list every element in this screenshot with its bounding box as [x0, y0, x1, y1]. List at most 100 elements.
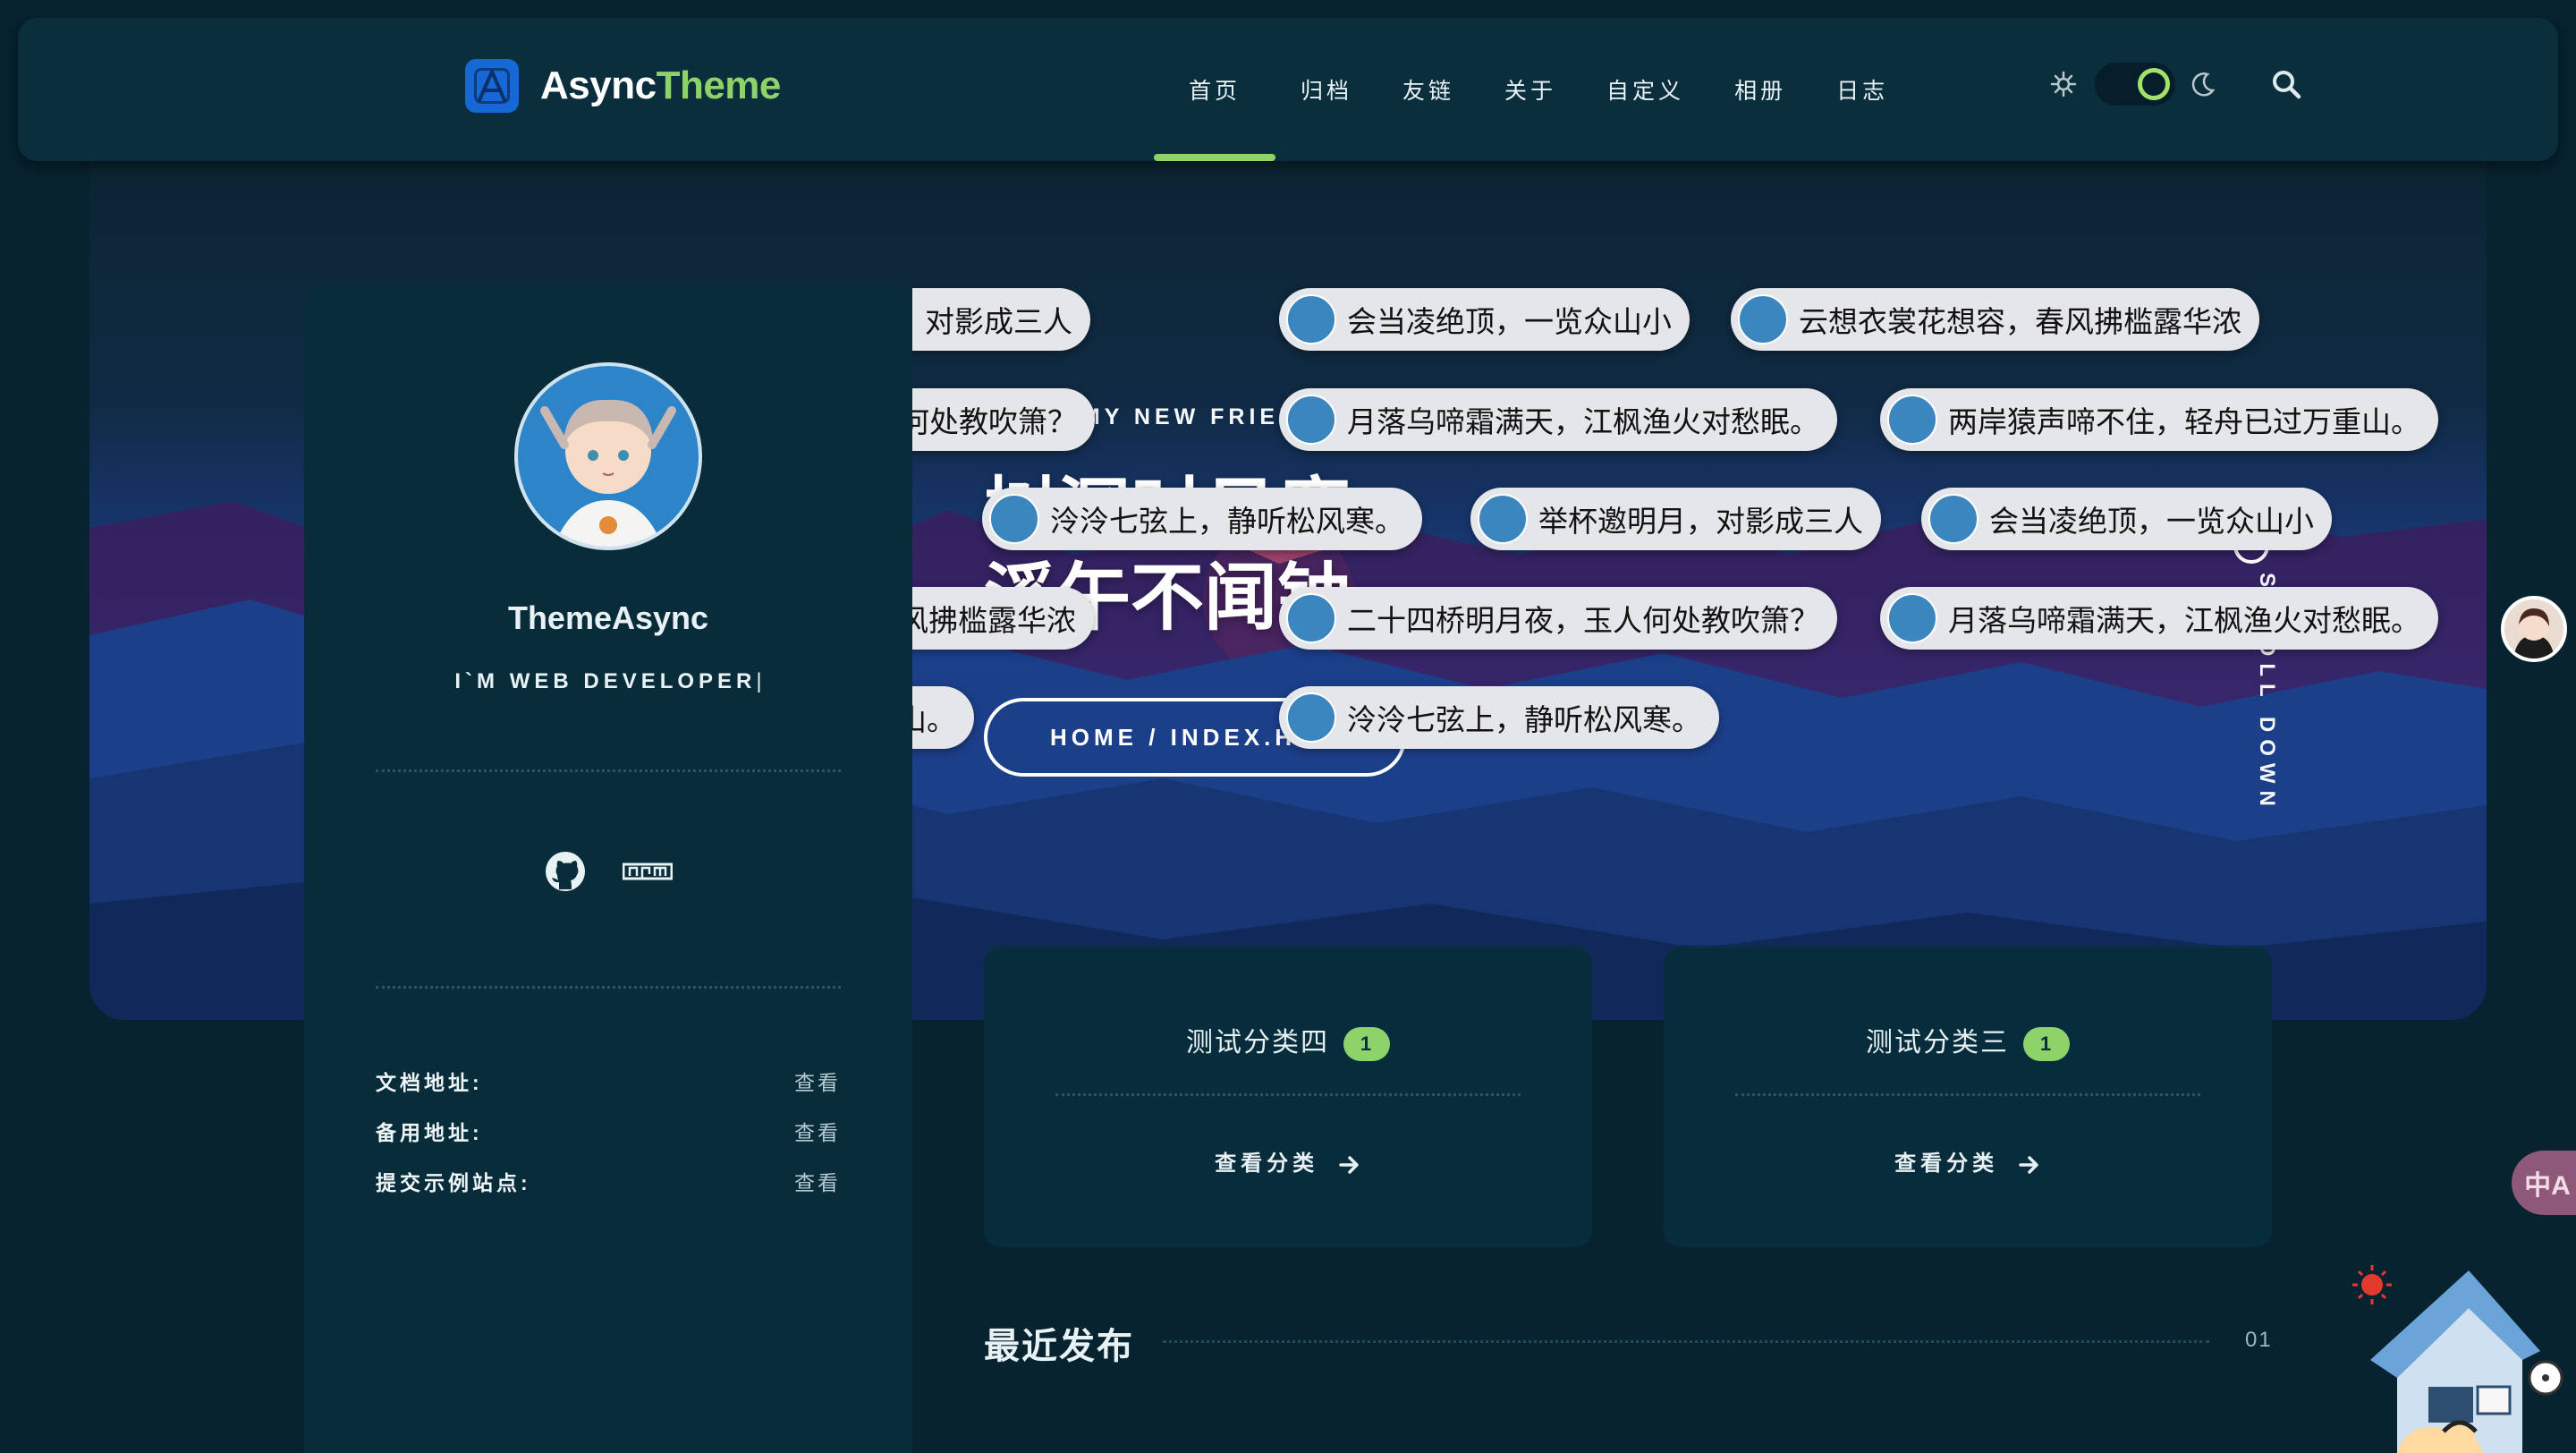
barrage-avatar — [1928, 494, 1979, 544]
barrage-item[interactable]: 举杯邀明月，对影成三人 — [912, 288, 1090, 351]
avatar[interactable] — [514, 362, 702, 550]
nav-log[interactable]: 日志 — [1811, 18, 1913, 161]
divider — [1163, 1340, 2209, 1343]
nav-home[interactable]: 首页 — [1154, 18, 1275, 161]
nav-album[interactable]: 相册 — [1709, 18, 1811, 161]
header-tools — [2048, 63, 2304, 106]
view-category-label: 查看分类 — [1215, 1151, 1319, 1176]
floating-avatar-face — [2513, 608, 2555, 659]
barrage-text: 两岸猿声啼不住，轻舟已过万重山。 — [1948, 405, 2420, 438]
barrage-avatar — [1286, 294, 1336, 344]
main-nav: 首页 归档 友链 关于 自定义 相册 日志 — [1154, 18, 1913, 161]
barrage-item[interactable]: 泠泠七弦上，静听松风寒。 — [982, 488, 1422, 550]
barrage-text: 月落乌啼霜满天，江枫渔火对愁眠。 — [1948, 604, 2420, 637]
barrage-item[interactable]: 月落乌啼霜满天，江枫渔火对愁眠。 — [1880, 587, 2438, 650]
barrage-text: 会当凌绝顶，一览众山小 — [1989, 505, 2314, 538]
barrage-avatar — [1286, 693, 1336, 743]
link-row-submit: 提交示例站点: 查看 — [376, 1156, 841, 1206]
barrage-item[interactable]: 会当凌绝顶，一览众山小 — [1921, 488, 2332, 550]
npm-icon[interactable] — [623, 861, 673, 882]
barrage-text: 泠泠七弦上，静听松风寒。 — [1050, 505, 1404, 538]
author-name: ThemeAsync — [507, 599, 709, 636]
nav-archive[interactable]: 归档 — [1275, 18, 1377, 161]
barrage-item[interactable]: 云想衣裳花想容，春风拂槛露华浓 — [1731, 288, 2259, 351]
divider — [1735, 1093, 2200, 1096]
category-title: 测试分类四 1 — [984, 1020, 1592, 1062]
mascot-house-widget[interactable] — [2343, 1253, 2576, 1453]
theme-toggle[interactable] — [2095, 63, 2175, 106]
barrage-area: 举杯邀明月，对影成三人 会当凌绝顶，一览众山小 云想衣裳花想容，春风拂槛露华浓 … — [912, 268, 2469, 769]
nav-custom[interactable]: 自定义 — [1581, 18, 1709, 161]
site-links: 文档地址: 查看 备用地址: 查看 提交示例站点: 查看 — [376, 1056, 841, 1206]
brand-name: AsyncTheme — [540, 64, 781, 108]
toggle-knob — [2138, 68, 2170, 100]
translate-button[interactable]: 中A — [2512, 1151, 2576, 1215]
category-name: 测试分类三 — [1866, 1028, 2009, 1058]
barrage-avatar — [1887, 593, 1937, 643]
barrage-item[interactable]: 两岸猿声啼不住，轻舟已过万重山。 — [912, 686, 974, 749]
nav-about[interactable]: 关于 — [1479, 18, 1581, 161]
barrage-item[interactable]: 两岸猿声啼不住，轻舟已过万重山。 — [1880, 388, 2438, 451]
moon-icon[interactable] — [2188, 69, 2218, 99]
link-row-backup: 备用地址: 查看 — [376, 1106, 841, 1156]
barrage-item[interactable]: 二十四桥明月夜，玉人何处教吹箫？ — [912, 388, 1095, 451]
barrage-avatar — [1478, 494, 1528, 544]
barrage-item[interactable]: 月落乌啼霜满天，江枫渔火对愁眠。 — [1279, 388, 1837, 451]
barrage-text: 二十四桥明月夜，玉人何处教吹箫？ — [912, 405, 1077, 438]
barrage-item[interactable]: 泠泠七弦上，静听松风寒。 — [1279, 686, 1719, 749]
barrage-avatar — [989, 494, 1039, 544]
category-card[interactable]: 测试分类四 1 查看分类 — [984, 948, 1592, 1247]
barrage-avatar — [1286, 593, 1336, 643]
view-category-link[interactable]: 查看分类 — [1664, 1145, 2272, 1177]
social-links — [304, 850, 912, 893]
floating-avatar[interactable] — [2501, 596, 2567, 662]
view-category-label: 查看分类 — [1894, 1151, 1999, 1176]
barrage-text: 云想衣裳花想容，春风拂槛露华浓 — [1799, 305, 2241, 338]
nav-friends[interactable]: 友链 — [1377, 18, 1479, 161]
search-icon[interactable] — [2268, 66, 2304, 102]
docs-view-link[interactable]: 查看 — [794, 1066, 841, 1096]
backup-view-link[interactable]: 查看 — [794, 1116, 841, 1146]
category-count-badge: 1 — [2023, 1027, 2070, 1062]
recent-posts-index: 01 — [2245, 1328, 2273, 1352]
link-label: 文档地址: — [376, 1071, 483, 1094]
barrage-text: 二十四桥明月夜，玉人何处教吹箫？ — [1347, 604, 1819, 637]
top-navbar: AsyncTheme 首页 归档 友链 关于 自定义 相册 日志 — [18, 18, 2558, 161]
profile-sidebar: ThemeAsync I`M WEB DEVELOPER 文档地址: 查看 备用… — [304, 286, 912, 1453]
view-category-link[interactable]: 查看分类 — [984, 1145, 1592, 1177]
barrage-item[interactable]: 二十四桥明月夜，玉人何处教吹箫？ — [1279, 587, 1837, 650]
recent-posts-title: 最近发布 — [984, 1327, 1134, 1366]
category-count-badge: 1 — [1343, 1027, 1390, 1062]
barrage-text: 举杯邀明月，对影成三人 — [1538, 505, 1863, 538]
gear-icon[interactable] — [2048, 69, 2079, 99]
divider — [376, 986, 841, 989]
category-card[interactable]: 测试分类三 1 查看分类 — [1664, 948, 2272, 1247]
github-icon[interactable] — [544, 850, 587, 893]
barrage-avatar — [1286, 395, 1336, 445]
category-name: 测试分类四 — [1186, 1028, 1329, 1058]
avatar-illustration — [540, 399, 676, 547]
submit-view-link[interactable]: 查看 — [794, 1166, 841, 1196]
category-title: 测试分类三 1 — [1664, 1020, 2272, 1062]
barrage-text: 两岸猿声啼不住，轻舟已过万重山。 — [912, 703, 956, 736]
barrage-item[interactable]: 举杯邀明月，对影成三人 — [1470, 488, 1881, 550]
barrage-item[interactable]: 会当凌绝顶，一览众山小 — [1279, 288, 1690, 351]
brand-name-part1: Async — [540, 64, 657, 107]
barrage-item[interactable]: 云想衣裳花想容，春风拂槛露华浓 — [912, 587, 1094, 650]
link-label: 提交示例站点: — [376, 1171, 531, 1194]
barrage-text: 月落乌啼霜满天，江枫渔火对愁眠。 — [1347, 405, 1819, 438]
author-role: I`M WEB DEVELOPER — [304, 669, 912, 694]
brand-name-part2: Theme — [656, 64, 782, 107]
barrage-avatar — [1738, 294, 1788, 344]
brand-logo[interactable]: AsyncTheme — [465, 59, 781, 113]
link-row-docs: 文档地址: 查看 — [376, 1056, 841, 1106]
barrage-text: 举杯邀明月，对影成三人 — [912, 305, 1072, 338]
logo-icon — [465, 59, 519, 113]
divider — [1055, 1093, 1521, 1096]
link-label: 备用地址: — [376, 1121, 483, 1144]
arrow-right-icon — [1339, 1155, 1359, 1174]
barrage-avatar — [1887, 395, 1937, 445]
barrage-text: 云想衣裳花想容，春风拂槛露华浓 — [912, 604, 1076, 637]
arrow-right-icon — [2019, 1155, 2038, 1174]
barrage-text: 会当凌绝顶，一览众山小 — [1347, 305, 1672, 338]
